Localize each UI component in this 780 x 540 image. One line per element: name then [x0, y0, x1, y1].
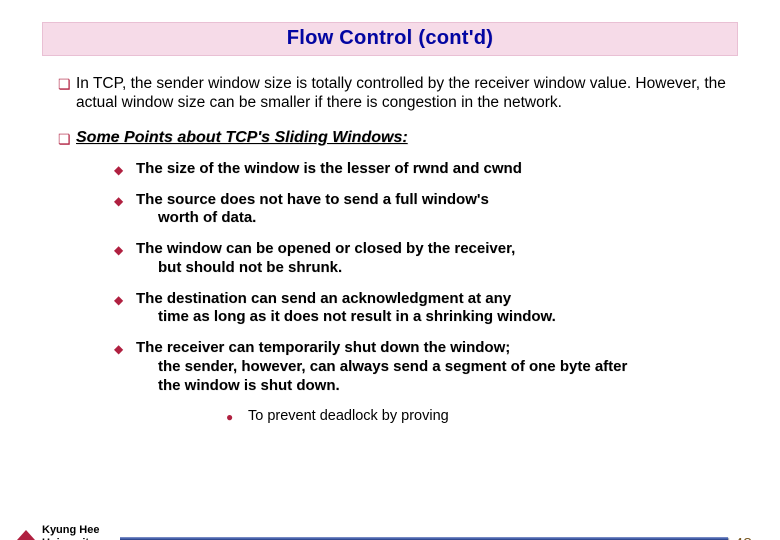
intro-bullet: ❏ In TCP, the sender window size is tota…: [58, 74, 748, 113]
slide-title: Flow Control (cont'd): [287, 27, 494, 49]
slide: Flow Control (cont'd) ❏ In TCP, the send…: [0, 22, 780, 540]
point-text: The source does not have to send a full …: [136, 191, 609, 229]
intro-text: In TCP, the sender window size is totall…: [76, 74, 748, 113]
diamond-bullet-icon: ◆: [114, 160, 136, 179]
list-item: ◆ The destination can send an acknowledg…: [114, 290, 748, 328]
title-bar: Flow Control (cont'd): [42, 22, 738, 56]
points-list: ◆ The size of the window is the lesser o…: [58, 160, 748, 426]
content-area: ❏ In TCP, the sender window size is tota…: [0, 56, 780, 425]
point-text: The size of the window is the lesser of …: [136, 160, 642, 179]
point-text: The window can be opened or closed by th…: [136, 240, 635, 278]
sub-note-text: To prevent deadlock by proving: [248, 407, 449, 425]
point-text: The destination can send an acknowledgme…: [136, 290, 676, 328]
dot-bullet-icon: ●: [226, 407, 248, 425]
square-bullet-icon: ❏: [58, 129, 76, 148]
diamond-bullet-icon: ◆: [114, 240, 136, 278]
sub-note: ● To prevent deadlock by proving: [114, 407, 748, 425]
diamond-bullet-icon: ◆: [114, 290, 136, 328]
subhead-text: Some Points about TCP's Sliding Windows:: [76, 129, 408, 148]
university-logo-icon: [14, 527, 38, 540]
square-bullet-icon: ❏: [58, 74, 76, 113]
university-name: Kyung Hee University: [42, 524, 99, 540]
subhead-bullet: ❏ Some Points about TCP's Sliding Window…: [58, 129, 748, 148]
list-item: ◆ The receiver can temporarily shut down…: [114, 339, 748, 395]
list-item: ◆ The size of the window is the lesser o…: [114, 160, 748, 179]
diamond-bullet-icon: ◆: [114, 191, 136, 229]
list-item: ◆ The source does not have to send a ful…: [114, 191, 748, 229]
university-line1: Kyung Hee: [42, 524, 99, 537]
page-number: 48: [734, 536, 752, 540]
footer: Kyung Hee University 48: [0, 504, 780, 540]
diamond-bullet-icon: ◆: [114, 339, 136, 395]
point-text: The receiver can temporarily shut down t…: [136, 339, 748, 395]
list-item: ◆ The window can be opened or closed by …: [114, 240, 748, 278]
